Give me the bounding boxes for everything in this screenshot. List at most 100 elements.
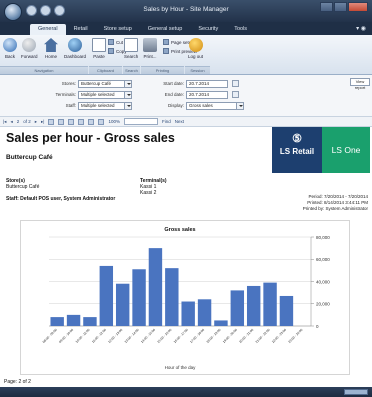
chevron-down-icon <box>236 103 243 109</box>
stores-text: Buttercup Café <box>6 184 40 190</box>
bar <box>66 314 81 326</box>
refresh-icon[interactable] <box>58 118 65 125</box>
export-icon[interactable] <box>98 118 105 125</box>
x-axis-label: Hour of the day <box>165 365 197 370</box>
dashboard-globe-icon <box>68 38 82 52</box>
group-search: Search <box>123 66 140 74</box>
help-icon[interactable]: ▾ ◉ <box>356 25 366 32</box>
staff-label: Staff: <box>65 103 76 108</box>
ls-retail-logo: ⑤ LS Retail <box>272 127 322 173</box>
calendar-icon[interactable] <box>232 91 239 98</box>
bar <box>263 282 277 326</box>
close-button[interactable] <box>348 2 368 12</box>
last-page-icon[interactable]: ▸| <box>41 119 44 125</box>
x-tick-label: 09:00 - 10:00 <box>58 328 74 344</box>
maximize-button[interactable] <box>334 2 347 12</box>
tab-general-setup[interactable]: General setup <box>140 24 191 35</box>
previous-page-icon[interactable]: ◂ <box>10 119 12 125</box>
zoom-select[interactable]: 100% <box>108 119 120 124</box>
page-setup-icon <box>163 39 169 45</box>
printer-icon <box>143 38 157 52</box>
minimize-button[interactable] <box>320 2 333 12</box>
home-icon <box>44 38 58 52</box>
ls-retail-logo-mark: ⑤ <box>292 133 302 145</box>
bar <box>165 268 179 326</box>
print-icon[interactable] <box>68 118 75 125</box>
end-date-field[interactable]: 20.7.2014 <box>186 91 228 99</box>
terminals-select[interactable]: Multiple selected <box>78 91 132 99</box>
search-button[interactable]: Search <box>124 38 138 59</box>
display-value: Gross sales <box>189 103 213 108</box>
tab-retail[interactable]: Retail <box>66 24 96 35</box>
staff-value: Multiple selected <box>81 103 115 108</box>
start-date-field[interactable]: 20.7.2014 <box>186 80 228 88</box>
layout-icon[interactable] <box>78 118 85 125</box>
forward-button[interactable]: Forward <box>21 38 38 59</box>
display-select[interactable]: Gross sales <box>186 102 244 110</box>
stores-select[interactable]: Buttercup Café <box>78 80 132 88</box>
dashboard-button[interactable]: Dashboard <box>64 38 86 59</box>
display-label: Display: <box>167 103 184 108</box>
tab-store-setup[interactable]: Store setup <box>96 24 140 35</box>
y-tick-label: 0 <box>316 324 319 329</box>
group-navigation: Navigation <box>0 66 88 74</box>
bar <box>132 269 146 326</box>
chart-svg: Gross sales 0 20,000 40,000 60,000 80,000 08:0… <box>42 227 330 370</box>
window-controls <box>320 2 368 12</box>
x-tick-label: 15:00 - 16:00 <box>156 328 172 344</box>
staff-select[interactable]: Multiple selected <box>78 102 132 110</box>
first-page-icon[interactable]: |◂ <box>3 119 6 125</box>
home-button[interactable]: Home <box>44 38 58 59</box>
terminal-item: Kassi 2 <box>140 190 157 196</box>
cut-label: Cut <box>116 39 124 45</box>
x-tick-label: 11:00 - 12:00 <box>91 328 107 344</box>
tab-general[interactable]: General <box>30 24 66 35</box>
stores-block: Store(s) Buttercup Café <box>6 178 39 190</box>
bar <box>50 317 64 326</box>
find-input[interactable] <box>123 118 158 125</box>
terminals-value: Multiple selected <box>81 92 115 97</box>
x-tick-label: 14:00 - 15:00 <box>140 328 156 344</box>
x-tick-label: 22:00 - 23:00 <box>271 328 287 344</box>
log-out-button[interactable]: Log out <box>188 38 203 59</box>
bar <box>181 301 195 326</box>
page-number-input[interactable]: 2 <box>17 119 20 124</box>
search-label: Search <box>124 54 139 59</box>
gross-sales-chart: Gross sales 0 20,000 40,000 60,000 80,000 08:0… <box>20 220 350 375</box>
tab-tools[interactable]: Tools <box>226 24 255 35</box>
print-button[interactable]: Print... <box>143 38 157 59</box>
chart-title: Gross sales <box>164 227 195 233</box>
stores-label: Stores: <box>61 81 76 86</box>
bar <box>197 299 212 326</box>
next-page-icon[interactable]: ▸ <box>35 119 37 125</box>
page-setup-icon[interactable] <box>88 118 95 125</box>
home-label: Home <box>44 54 57 59</box>
stop-icon[interactable] <box>48 118 55 125</box>
find-link[interactable]: Find <box>162 119 171 124</box>
printed-by-line: Printed by: System Administrator <box>302 206 368 211</box>
terminals-block: Terminal(s) Kassi 1 Kassi 2 <box>140 178 167 196</box>
report-filters: Stores: Buttercup Café Terminals: Multip… <box>0 75 372 117</box>
group-session: Session <box>185 66 210 74</box>
bar <box>214 320 228 326</box>
back-label: Back <box>4 54 15 59</box>
start-date-label: Start date: <box>163 81 184 86</box>
calendar-icon[interactable] <box>232 80 239 87</box>
page-footer: Page: 2 of 2 <box>4 379 31 385</box>
paste-button[interactable]: Paste <box>92 38 106 59</box>
x-tick-label: 10:00 - 11:00 <box>75 328 91 344</box>
x-tick-label: 20:00 - 21:00 <box>238 328 254 344</box>
bar <box>246 285 261 326</box>
logo-brand: LS Retail <box>279 147 315 156</box>
ls-one-logo: LS One <box>322 127 370 173</box>
print-preview-icon <box>163 48 169 54</box>
view-report-button[interactable]: View report <box>350 78 370 90</box>
status-bar <box>0 387 372 397</box>
back-button[interactable]: Back <box>3 38 17 59</box>
company-name: Buttercup Café <box>6 154 53 161</box>
print-label: Print... <box>143 54 157 59</box>
tab-security[interactable]: Security <box>190 24 226 35</box>
chevron-down-icon <box>124 92 131 98</box>
cut-button[interactable]: Cut <box>108 39 123 45</box>
next-link[interactable]: Next <box>175 119 184 124</box>
